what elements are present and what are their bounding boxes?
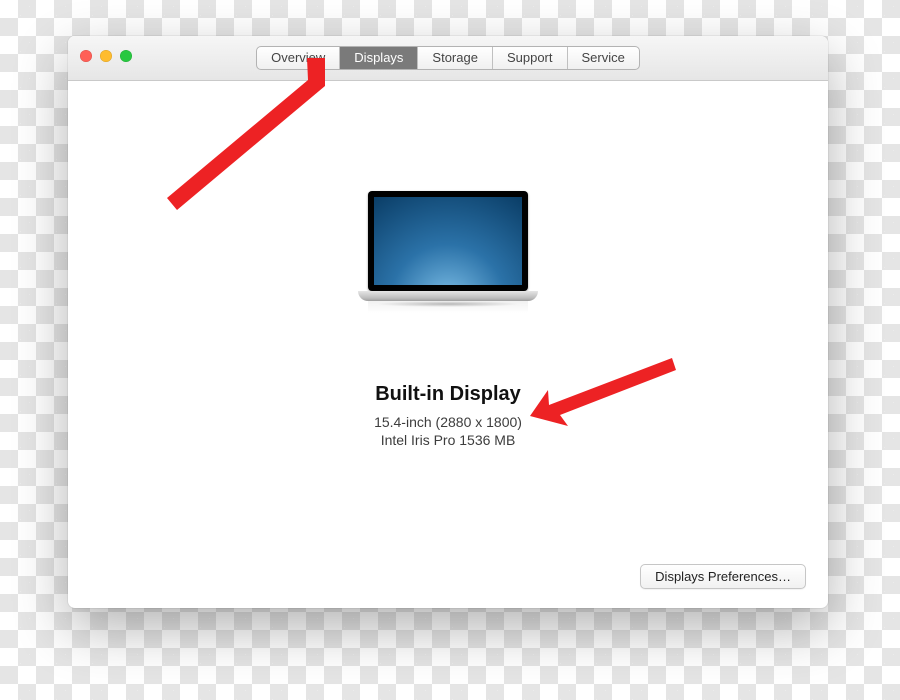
tab-bar: Overview Displays Storage Support Servic… <box>256 46 640 70</box>
content-area: Built-in Display 15.4-inch (2880 x 1800)… <box>68 81 828 608</box>
displays-preferences-button[interactable]: Displays Preferences… <box>640 564 806 589</box>
display-gpu: Intel Iris Pro 1536 MB <box>68 432 828 448</box>
window-controls <box>80 50 132 62</box>
tab-storage[interactable]: Storage <box>418 47 493 69</box>
display-resolution: 15.4-inch (2880 x 1800) <box>68 414 828 430</box>
window-titlebar: Overview Displays Storage Support Servic… <box>68 36 828 81</box>
close-button[interactable] <box>80 50 92 62</box>
display-name: Built-in Display <box>68 383 828 406</box>
laptop-icon <box>358 191 538 313</box>
zoom-button[interactable] <box>120 50 132 62</box>
tab-support[interactable]: Support <box>493 47 568 69</box>
minimize-button[interactable] <box>100 50 112 62</box>
about-this-mac-window: Overview Displays Storage Support Servic… <box>68 36 828 608</box>
tab-overview[interactable]: Overview <box>257 47 340 69</box>
display-info: Built-in Display 15.4-inch (2880 x 1800)… <box>68 383 828 450</box>
tab-displays[interactable]: Displays <box>340 47 418 69</box>
tab-service[interactable]: Service <box>568 47 639 69</box>
